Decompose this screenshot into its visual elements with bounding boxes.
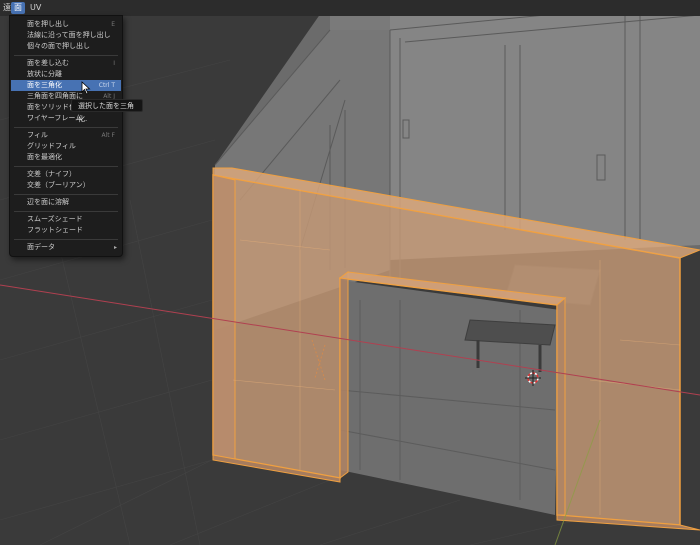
- header-menubar: 遠 面 UV: [0, 0, 700, 16]
- menu-item-shortcut: Alt F: [101, 132, 115, 139]
- menu-item-label: グリッドフィル: [27, 142, 76, 150]
- menu-item-label: 面を三角化: [27, 81, 62, 89]
- menu-separator: [14, 166, 118, 167]
- tooltip: 選択した面を三角化.: [71, 99, 143, 123]
- menu-item-label: 交差（ブーリアン）: [27, 181, 90, 189]
- menu-item-shortcut: I: [113, 60, 115, 67]
- menu-item-label: 面を最適化: [27, 153, 62, 161]
- menu-separator: [14, 127, 118, 128]
- menu-item-label: 面を差し込む: [27, 59, 69, 67]
- menu-item-label: 面データ: [27, 243, 55, 251]
- menu-item-extrude-along-normals[interactable]: 法線に沿って面を押し出し: [11, 30, 121, 41]
- menu-item-fill[interactable]: フィル Alt F: [11, 130, 121, 141]
- menu-item-intersect-knife[interactable]: 交差（ナイフ）: [11, 169, 121, 180]
- menu-item-label: スムーズシェード: [27, 215, 83, 223]
- menu-item-label: 面を押し出し: [27, 20, 69, 28]
- menu-separator: [14, 55, 118, 56]
- menu-item-triangulate-faces[interactable]: 面を三角化 Ctrl T: [11, 80, 121, 91]
- menu-item-intersect-boolean[interactable]: 交差（ブーリアン）: [11, 180, 121, 191]
- menu-item-beautify-faces[interactable]: 面を最適化: [11, 152, 121, 163]
- menu-item-shortcut: Ctrl T: [98, 82, 115, 89]
- menu-item-label: フィル: [27, 131, 48, 139]
- menu-item-extrude-individual[interactable]: 個々の面で押し出し: [11, 41, 121, 52]
- menu-item-poke-faces[interactable]: 放状に分離: [11, 69, 121, 80]
- menu-item-label: 法線に沿って面を押し出し: [27, 31, 111, 39]
- menu-item-label: ワイヤーフレーム: [27, 114, 83, 122]
- menu-item-label: 放状に分離: [27, 70, 62, 78]
- menu-item-weld-edges-into-faces[interactable]: 辺を面に溶解: [11, 197, 121, 208]
- menu-item-label: 面をソリッド化: [27, 103, 76, 111]
- menu-item-label: 交差（ナイフ）: [27, 170, 76, 178]
- menu-item-shortcut: E: [111, 21, 115, 28]
- menu-item-label: フラットシェード: [27, 226, 83, 234]
- submenu-arrow-icon: ▸: [113, 244, 117, 251]
- cursor-arrow-icon: [81, 81, 91, 95]
- menu-item-wireframe[interactable]: ワイヤーフレーム: [11, 113, 121, 124]
- face-menu-button[interactable]: 面: [11, 2, 25, 14]
- menu-item-shade-smooth[interactable]: スムーズシェード: [11, 214, 121, 225]
- menu-item-label: 個々の面で押し出し: [27, 42, 90, 50]
- menu-separator: [14, 194, 118, 195]
- menu-separator: [14, 211, 118, 212]
- inner-room: [340, 280, 560, 515]
- menu-item-shade-flat[interactable]: フラットシェード: [11, 225, 121, 236]
- menu-item-extrude-faces[interactable]: 面を押し出し E: [11, 19, 121, 30]
- menu-item-face-data[interactable]: 面データ ▸: [11, 242, 121, 253]
- menu-item-grid-fill[interactable]: グリッドフィル: [11, 141, 121, 152]
- uv-menu-button[interactable]: UV: [27, 2, 44, 14]
- menu-item-inset-faces[interactable]: 面を差し込む I: [11, 58, 121, 69]
- menu-separator: [14, 239, 118, 240]
- menu-item-label: 辺を面に溶解: [27, 198, 69, 206]
- face-dropdown-menu: 面を押し出し E 法線に沿って面を押し出し 個々の面で押し出し 面を差し込む I…: [9, 15, 123, 257]
